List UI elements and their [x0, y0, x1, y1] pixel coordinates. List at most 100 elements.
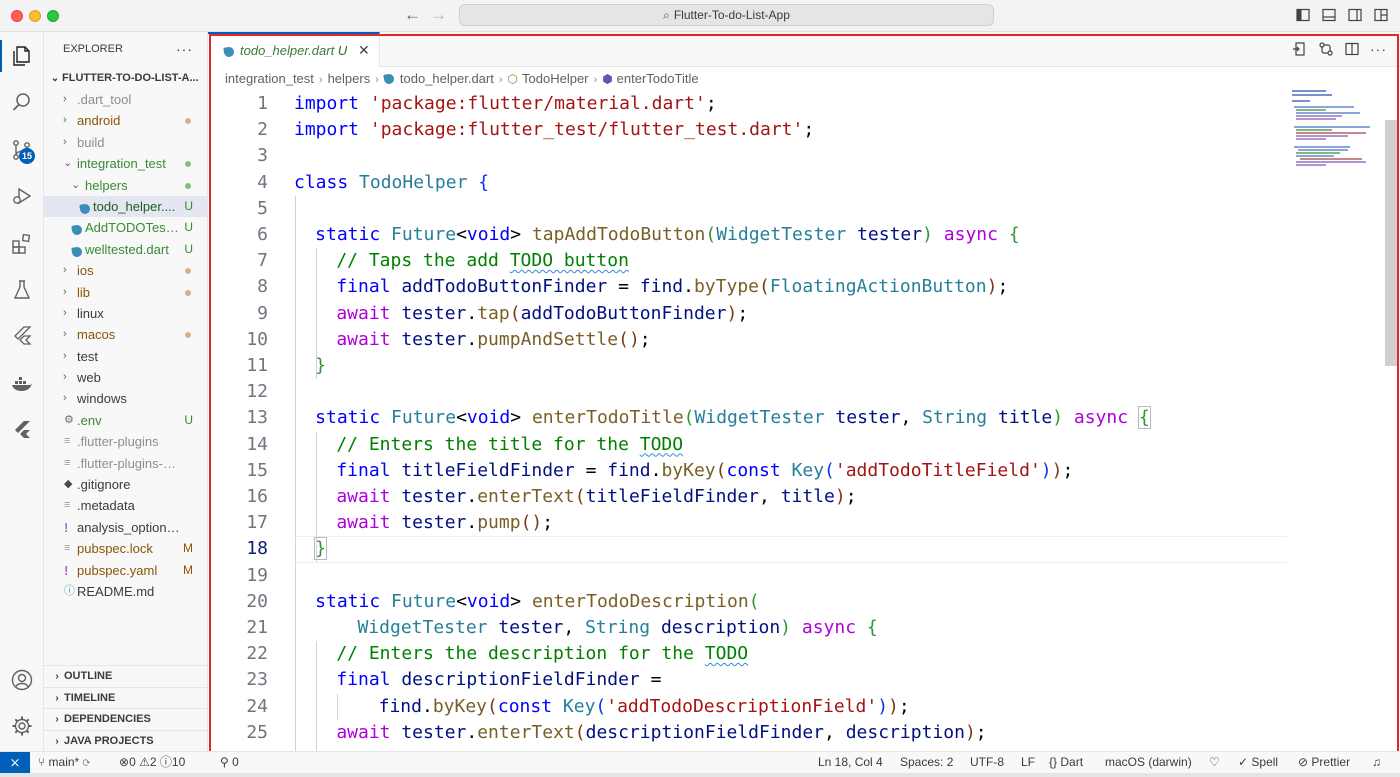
more-editor-actions-icon[interactable]: ···: [1370, 41, 1387, 57]
run-debug-icon[interactable]: [0, 176, 44, 216]
source-control-icon[interactable]: 15: [0, 130, 44, 170]
spell-check-status[interactable]: ✓ Spell: [1238, 752, 1278, 774]
toggle-secondary-sidebar-icon[interactable]: [1348, 8, 1362, 25]
compare-changes-icon[interactable]: [1318, 41, 1334, 60]
cursor-position[interactable]: Ln 18, Col 4: [818, 752, 883, 774]
tree-item[interactable]: › ios: [44, 260, 207, 281]
more-actions-icon[interactable]: ···: [176, 32, 193, 67]
tree-item[interactable]: todo_helper.... U: [44, 195, 207, 218]
line-ending[interactable]: LF: [1021, 752, 1035, 774]
minimize-window-button[interactable]: [29, 10, 41, 22]
explorer-icon[interactable]: [0, 36, 44, 76]
breadcrumb-item[interactable]: todo_helper.dart: [383, 71, 494, 86]
flutter-devtools-icon[interactable]: [0, 410, 44, 450]
tree-item[interactable]: welltested.dart U: [44, 239, 207, 260]
tree-item-label: todo_helper....: [93, 198, 176, 214]
extensions-icon[interactable]: [0, 224, 44, 264]
language-mode[interactable]: {} Dart: [1049, 752, 1083, 774]
breadcrumb-item[interactable]: helpers: [328, 71, 371, 86]
tree-item[interactable]: › lib: [44, 282, 207, 303]
thumbs-up-icon[interactable]: ♡: [1209, 752, 1220, 774]
chevron-right-icon: ›: [63, 93, 67, 105]
branch-icon: ⑂: [38, 755, 46, 769]
tree-item[interactable]: › linux: [44, 303, 207, 324]
line-number: 13: [246, 407, 268, 429]
code-token: description: [845, 721, 965, 743]
code-token: FloatingActionButton: [769, 276, 987, 298]
code-token: enterTodoDescription: [531, 590, 749, 612]
tree-item[interactable]: ⚙ .env U: [44, 410, 207, 431]
breadcrumb-item[interactable]: ⬢ enterTodoTitle: [602, 71, 698, 86]
code-token: ;: [1062, 459, 1074, 481]
code-token: enterText: [477, 486, 575, 507]
tree-item[interactable]: › windows: [44, 388, 207, 409]
workspace-root-folder[interactable]: ⌄ FLUTTER-TO-DO-LIST-A...: [44, 67, 207, 89]
chevron-right-icon: ›: [63, 349, 67, 362]
tree-item[interactable]: ≡ .flutter-plugins: [44, 431, 207, 452]
toggle-sidebar-icon[interactable]: [1296, 8, 1310, 25]
tree-item[interactable]: ! pubspec.yaml M: [44, 560, 207, 581]
line-number: 8: [257, 276, 268, 298]
tree-item[interactable]: ≡ .metadata: [44, 495, 207, 516]
open-changes-icon[interactable]: [1292, 41, 1308, 60]
toggle-panel-icon[interactable]: [1322, 8, 1336, 25]
tree-item[interactable]: ! analysis_options.yaml: [44, 517, 207, 538]
remote-indicator-icon[interactable]: ⨯: [0, 752, 30, 774]
flutter-icon[interactable]: [0, 316, 44, 356]
tree-item[interactable]: › web: [44, 367, 207, 388]
tree-item[interactable]: › .dart_tool: [44, 89, 207, 110]
minimap[interactable]: [1288, 88, 1388, 188]
docker-icon[interactable]: [0, 364, 44, 404]
notifications-bell-icon[interactable]: ♫: [1372, 752, 1381, 774]
ports-status[interactable]: ⚲ 0: [220, 752, 239, 774]
problems-status[interactable]: ⊗0 ⚠2 ⓘ10: [119, 752, 185, 774]
tree-item[interactable]: ⌄ helpers: [44, 175, 207, 196]
section-label: TIMELINE: [64, 691, 116, 704]
zoom-window-button[interactable]: [47, 10, 59, 22]
tree-item[interactable]: › build: [44, 132, 207, 153]
section-outline[interactable]: › OUTLINE: [44, 665, 207, 687]
code-editor[interactable]: 1 import 'package:flutter/material.dart';…: [208, 90, 1288, 773]
customize-layout-icon[interactable]: [1374, 8, 1388, 25]
code-token: Future: [391, 407, 457, 429]
indentation-setting[interactable]: Spaces: 2: [900, 752, 953, 774]
search-icon[interactable]: [0, 82, 44, 122]
prettier-status[interactable]: ⊘ Prettier: [1298, 752, 1350, 774]
tab-todo-helper[interactable]: todo_helper.dart U ✕: [208, 32, 380, 67]
code-line: final addTodoButtonFinder = find.byType(…: [336, 274, 1008, 300]
code-line: // Enters the title for the TODO: [336, 432, 683, 458]
tree-item[interactable]: › test: [44, 346, 207, 367]
close-icon[interactable]: ✕: [358, 42, 370, 59]
accounts-icon[interactable]: [0, 660, 44, 700]
tree-item[interactable]: › macos: [44, 324, 207, 345]
tree-item[interactable]: ⌄ integration_test: [44, 153, 207, 174]
back-arrow-icon[interactable]: ←: [404, 5, 421, 25]
code-token: =: [639, 669, 662, 691]
close-window-button[interactable]: [11, 10, 23, 22]
vertical-scrollbar-thumb[interactable]: [1385, 120, 1399, 366]
tree-item[interactable]: ⓘ README.md: [44, 581, 207, 602]
breadcrumb-item[interactable]: integration_test: [225, 71, 314, 86]
section-dependencies[interactable]: › DEPENDENCIES: [44, 708, 207, 730]
flutter-device-selector[interactable]: macOS (darwin): [1105, 752, 1192, 774]
manage-gear-icon[interactable]: [0, 706, 44, 746]
code-token: (: [759, 276, 770, 298]
tree-item[interactable]: › android: [44, 110, 207, 131]
tree-item[interactable]: ≡ .flutter-plugins-dep...: [44, 453, 207, 474]
command-center-search[interactable]: ⌕ Flutter-To-do-List-App: [459, 4, 994, 26]
chevron-right-icon: ›: [63, 285, 67, 298]
file-encoding[interactable]: UTF-8: [970, 752, 1004, 774]
section-timeline[interactable]: › TIMELINE: [44, 686, 207, 709]
testing-flask-icon[interactable]: [0, 270, 44, 310]
chevron-right-icon: ›: [55, 714, 59, 725]
tree-item[interactable]: ≡ pubspec.lock M: [44, 538, 207, 559]
tree-item[interactable]: AddTODOTest... U: [44, 217, 207, 238]
tree-item[interactable]: ◆ .gitignore: [44, 474, 207, 495]
code-token: }: [314, 537, 327, 561]
forward-arrow-icon[interactable]: →: [430, 5, 447, 25]
git-branch-status[interactable]: ⑂ main* ⟳: [38, 752, 90, 774]
breadcrumb-item[interactable]: ⬡ TodoHelper: [508, 71, 589, 86]
split-editor-icon[interactable]: [1344, 41, 1360, 60]
section-java-projects[interactable]: › JAVA PROJECTS: [44, 729, 207, 752]
